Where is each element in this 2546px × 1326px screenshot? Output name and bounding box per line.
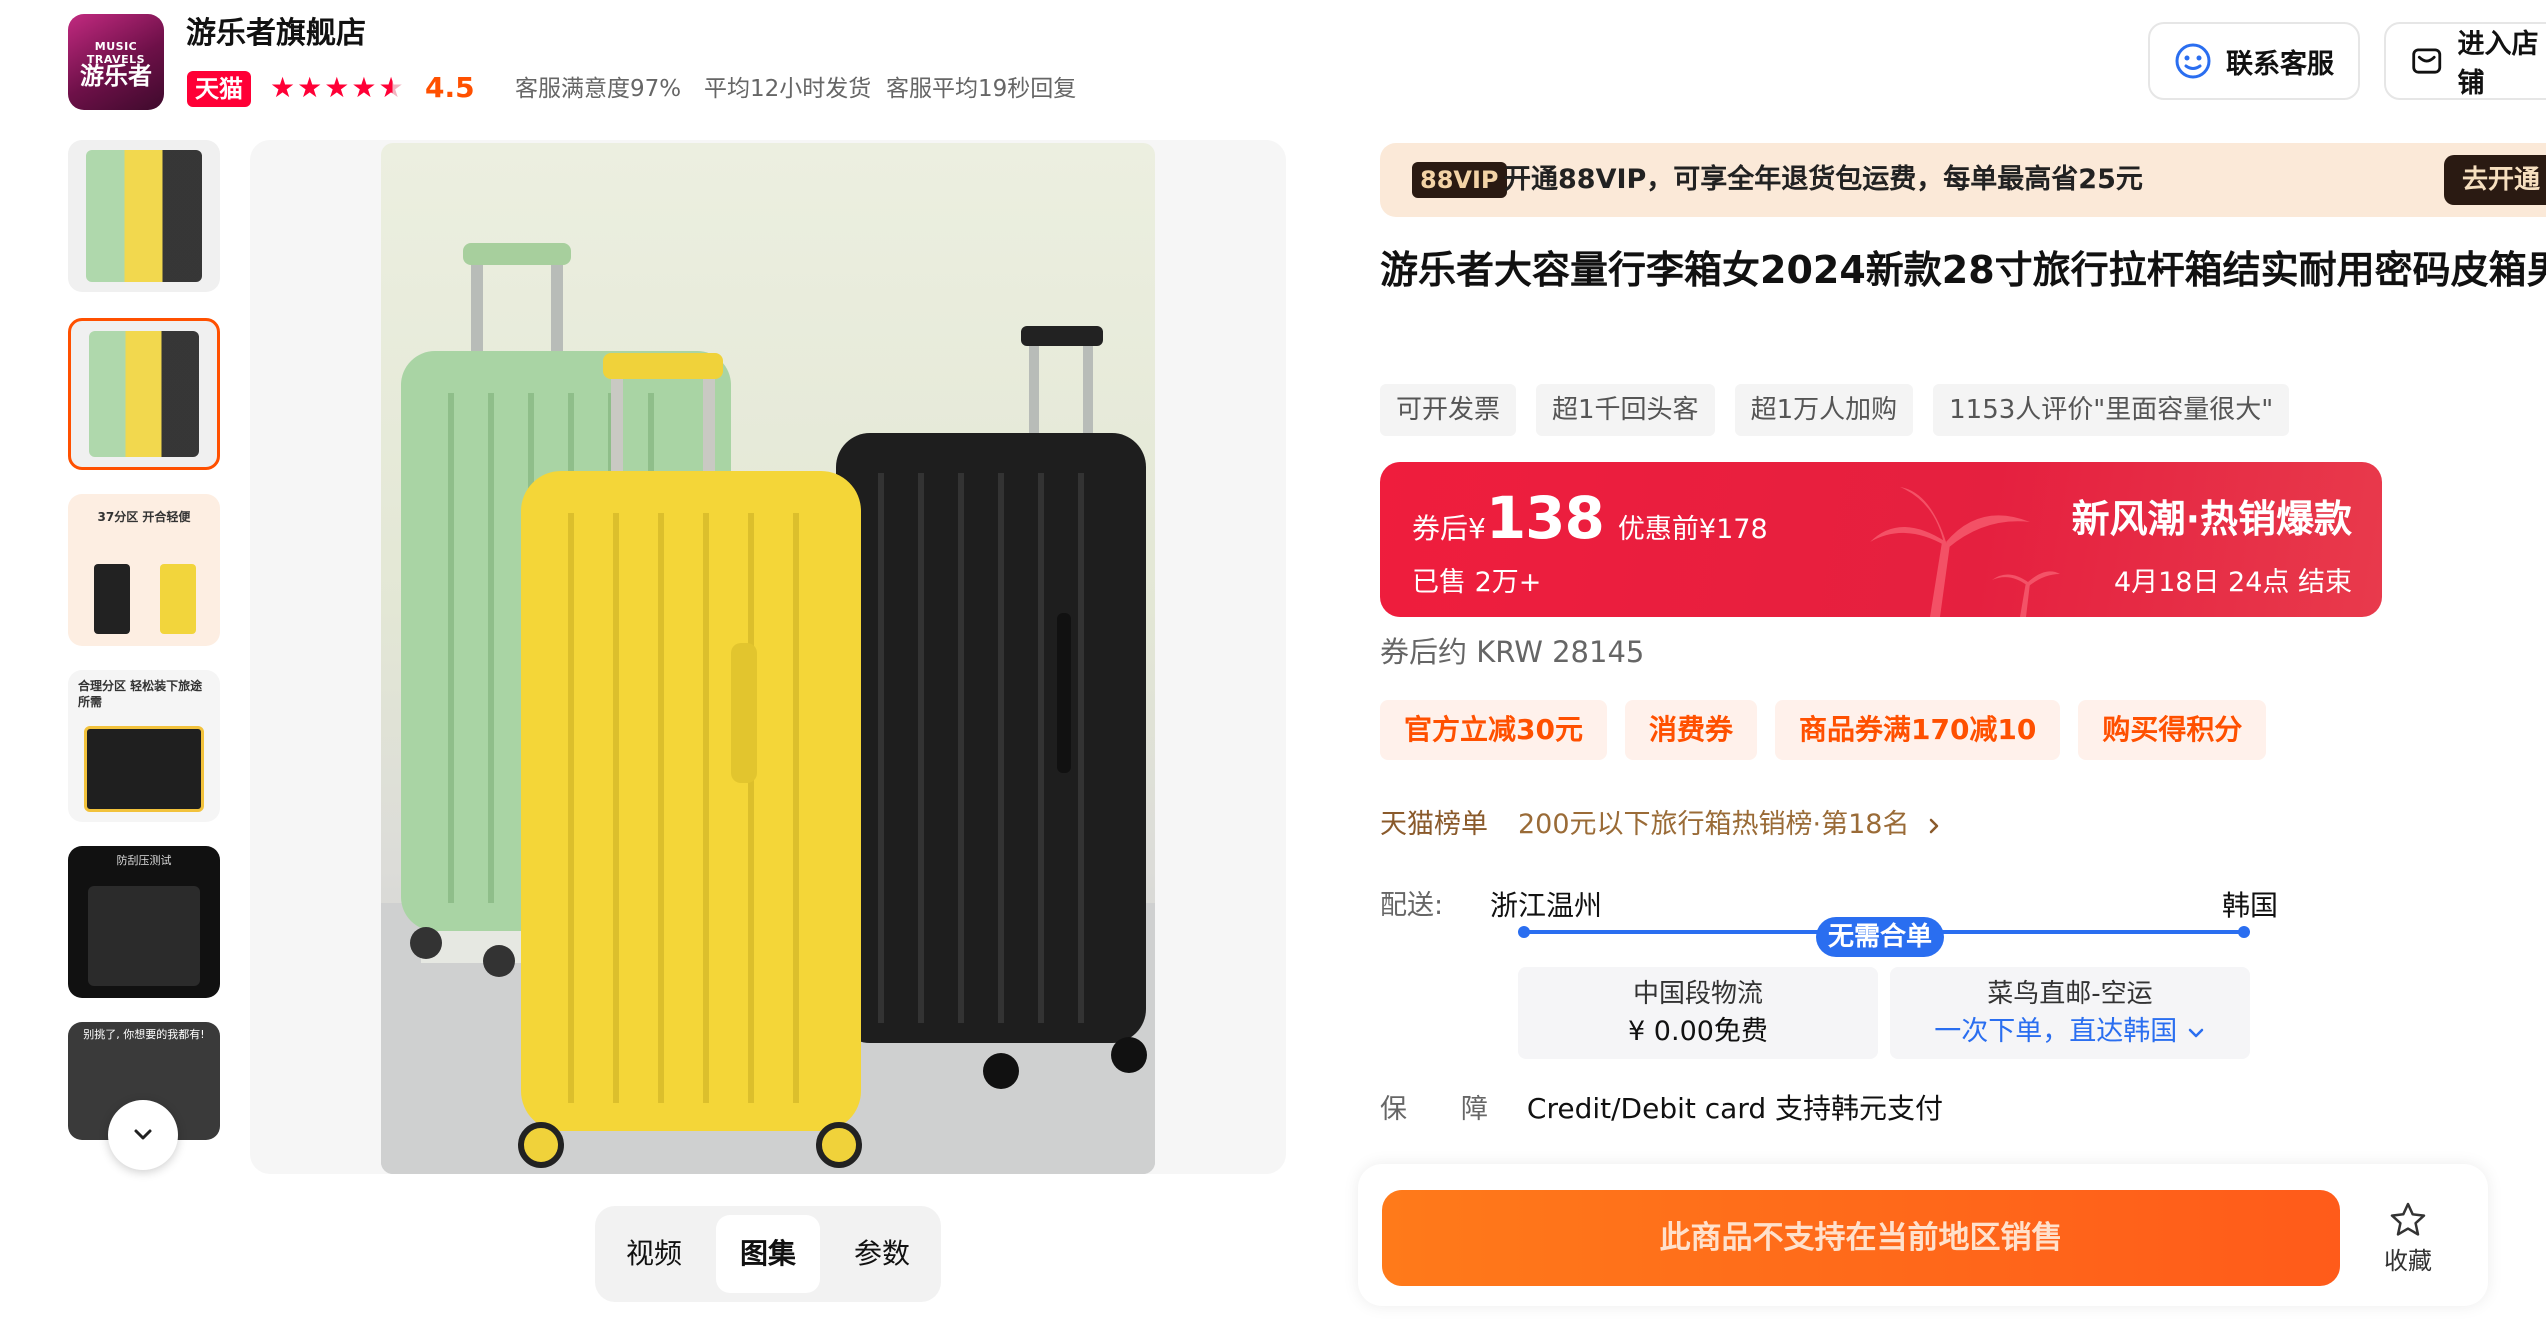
vip-banner: 88VIP 开通88VIP，可享全年退货包运费，每单最高省25元 去开通	[1380, 143, 2546, 217]
chevron-right-icon	[1929, 818, 1939, 833]
thumbnail-caption: 别挑了, 你想要的我都有!	[83, 1028, 205, 1041]
vip-badge: 88VIP	[1412, 162, 1507, 198]
delivery-destination: 韩国	[2222, 889, 2279, 922]
route-start-dot	[1518, 926, 1530, 938]
chevron-down-icon	[2188, 1028, 2204, 1037]
delivery-origin: 浙江温州	[1490, 889, 1603, 922]
main-product-image[interactable]	[381, 143, 1155, 1174]
promo-end-time: 4月18日 24点 结束	[2113, 567, 2352, 598]
enter-store-label: 进入店铺	[2457, 29, 2539, 99]
tab-video[interactable]: 视频	[602, 1215, 706, 1293]
delivery-label: 配送:	[1380, 890, 1444, 921]
star-icon: ★	[324, 71, 350, 104]
coupon-price: 138	[1485, 484, 1605, 552]
rating-score: 4.5	[425, 71, 475, 104]
favorite-button[interactable]: 收藏	[2368, 1200, 2448, 1278]
ranking-label: 天猫榜单	[1380, 809, 1488, 840]
guarantee-row: 保 障 Credit/Debit card 支持韩元支付	[1380, 1087, 1943, 1132]
coupon-official-discount[interactable]: 官方立减30元	[1380, 700, 1607, 760]
palm-tree-icon	[1870, 487, 2060, 617]
star-icon: ★	[351, 71, 377, 104]
china-logistics-label: 中国段物流	[1632, 979, 1763, 1009]
favorite-label: 收藏	[2384, 1247, 2432, 1275]
service-icon	[2175, 43, 2211, 79]
coupon-list: 官方立减30元 消费券 商品券满170减10 购买得积分	[1380, 700, 2267, 760]
contact-service-label: 联系客服	[2226, 48, 2334, 80]
half-star-icon: ★	[378, 71, 404, 104]
store-name[interactable]: 游乐者旗舰店	[186, 14, 366, 54]
coupon-consumption[interactable]: 消费券	[1624, 700, 1757, 760]
thumbnail-selected[interactable]	[68, 318, 220, 470]
original-price: 优惠前¥178	[1617, 514, 1768, 545]
suitcases-illustration	[381, 243, 1155, 1174]
thumbnail-caption: 防刮压测试	[116, 854, 172, 867]
china-logistics-fee: ¥ 0.00免费	[1628, 1016, 1768, 1047]
price-promo-banner: 券后¥138 优惠前¥178 已售 2万+ 新风潮·热销爆款 4月18日 24点 …	[1380, 462, 2382, 617]
chevron-down-icon	[134, 1129, 152, 1140]
no-merge-badge: 无需合单	[1816, 917, 1945, 957]
star-icon: ★	[270, 71, 296, 104]
thumbnail-caption: 37分区 开合轻便	[97, 510, 191, 524]
krw-price: 券后约 KRW 28145	[1380, 635, 1645, 669]
thumbnail-list: 37分区 开合轻便 合理分区 轻松装下旅途所需 防刮压测试 别挑了, 你想要的我…	[68, 140, 222, 1140]
store-logo[interactable]: MUSIC TRAVELS 游乐者	[68, 14, 164, 110]
cainiao-direct-link[interactable]: 一次下单，直达韩国	[1890, 1013, 2250, 1051]
stat-satisfaction: 客服满意度97%	[515, 76, 682, 102]
thumbnail[interactable]: 37分区 开合轻便	[68, 494, 220, 646]
tag-repeat-buyers: 超1千回头客	[1536, 384, 1715, 436]
product-tags: 可开发票 超1千回头客 超1万人加购 1153人评价"里面容量很大"	[1380, 384, 2290, 436]
thumbnail[interactable]	[68, 140, 220, 292]
vip-text: 开通88VIP，可享全年退货包运费，每单最高省25元	[1504, 164, 2143, 195]
rating-stars: ★ ★ ★ ★ ★	[270, 70, 404, 106]
stat-ship-time: 平均12小时发货	[704, 76, 872, 102]
coupon-product[interactable]: 商品券满170减10	[1774, 700, 2061, 760]
guarantee-label: 保 障	[1380, 1094, 1488, 1125]
tag-invoice: 可开发票	[1380, 384, 1517, 436]
star-outline-icon	[2390, 1202, 2426, 1236]
product-title: 游乐者大容量行李箱女2024新款28寸旅行拉杆箱结实耐用密码皮箱男	[1380, 248, 2546, 292]
store-logo-line2: 游乐者	[80, 62, 152, 90]
contact-service-button[interactable]: 联系客服	[2148, 22, 2360, 100]
thumbnail[interactable]: 合理分区 轻松装下旅途所需	[68, 670, 220, 822]
tag-add-to-cart: 超1万人加购	[1734, 384, 1914, 436]
route-end-dot	[2238, 926, 2250, 938]
star-icon: ★	[297, 71, 323, 104]
thumbnail-scroll-down-button[interactable]	[108, 1100, 178, 1170]
after-coupon-label: 券后¥	[1412, 512, 1486, 545]
promo-slogan: 新风潮·热销爆款	[2071, 497, 2352, 541]
purchase-dock: 此商品不支持在当前地区销售 收藏	[1358, 1164, 2488, 1306]
cainiao-direct-label: 菜鸟直邮-空运	[1987, 979, 2153, 1009]
tag-reviews[interactable]: 1153人评价"里面容量很大"	[1933, 384, 2290, 436]
tmall-ranking[interactable]: 天猫榜单 200元以下旅行箱热销榜·第18名	[1380, 803, 1944, 847]
vip-open-button[interactable]: 去开通	[2444, 155, 2546, 205]
media-tab-switcher: 视频 图集 参数	[595, 1206, 941, 1302]
tab-gallery[interactable]: 图集	[715, 1215, 820, 1293]
store-icon	[2412, 48, 2442, 74]
coupon-points[interactable]: 购买得积分	[2078, 700, 2267, 760]
tab-params[interactable]: 参数	[830, 1215, 934, 1293]
sold-count: 已售 2万+	[1412, 567, 1542, 598]
price-line: 券后¥138 优惠前¥178	[1412, 484, 1768, 552]
thumbnail[interactable]: 防刮压测试	[68, 846, 220, 998]
thumbnail-caption: 合理分区 轻松装下旅途所需	[78, 679, 203, 709]
ranking-text: 200元以下旅行箱热销榜·第18名	[1518, 809, 1910, 840]
tmall-badge: 天猫	[187, 71, 251, 107]
guarantee-text: Credit/Debit card 支持韩元支付	[1526, 1092, 1944, 1125]
enter-store-button[interactable]: 进入店铺	[2384, 22, 2546, 100]
unavailable-button[interactable]: 此商品不支持在当前地区销售	[1382, 1190, 2340, 1286]
stat-reply-time: 客服平均19秒回复	[886, 76, 1077, 102]
cainiao-direct-box[interactable]: 菜鸟直邮-空运 一次下单，直达韩国	[1890, 967, 2250, 1059]
china-logistics-box: 中国段物流 ¥ 0.00免费	[1518, 967, 1878, 1059]
cainiao-direct-text: 一次下单，直达韩国	[1934, 1016, 2178, 1047]
